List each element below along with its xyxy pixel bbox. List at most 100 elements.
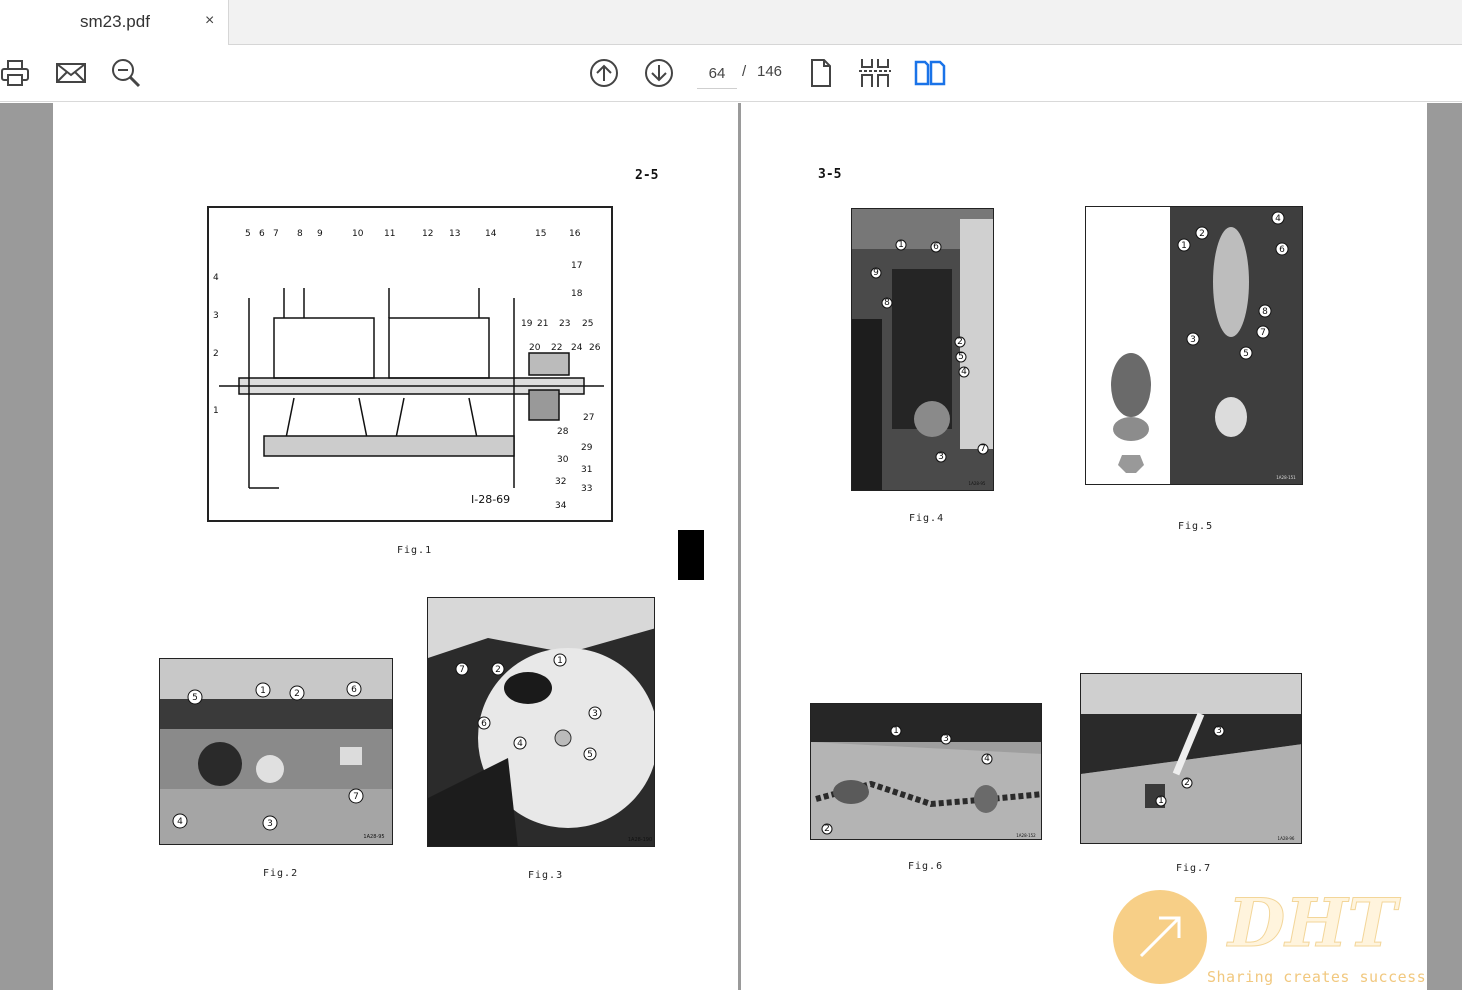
multi-page-icon — [859, 59, 891, 87]
fig6-callout: 3 — [943, 734, 949, 744]
next-page-button[interactable] — [643, 57, 675, 89]
email-button[interactable] — [55, 57, 87, 89]
figure-3-photo: 1 2 3 4 5 6 7 1A28-190 — [427, 597, 655, 847]
figure-6-photo: 1 2 3 4 1A28-152 — [810, 703, 1042, 840]
find-button[interactable] — [110, 57, 142, 89]
page-up-icon — [590, 59, 618, 87]
fig1-code: I-28-69 — [471, 493, 510, 506]
fig3-code: 1A28-190 — [628, 837, 652, 843]
fig4-callout: 7 — [980, 444, 986, 454]
print-button[interactable] — [0, 57, 32, 89]
fig1-callout: 19 — [521, 319, 533, 329]
figure-4-photo: 1 2 3 4 5 6 7 8 9 1A28-95 — [851, 208, 994, 491]
fig3-callout: 1 — [557, 656, 563, 666]
fig2-caption: Fig.2 — [263, 868, 299, 879]
fig6-callout: 2 — [824, 824, 830, 834]
fig1-callout: 29 — [581, 443, 593, 453]
fig2-callout: 7 — [353, 792, 359, 802]
fig7-callout: 2 — [1184, 778, 1190, 788]
tab-title: sm23.pdf — [80, 12, 150, 31]
fig1-callout: 12 — [422, 229, 433, 239]
fig7-callout: 1 — [1158, 796, 1164, 806]
figure-7-photo: 1 2 3 1A28-96 — [1080, 673, 1302, 844]
fig1-callout: 11 — [384, 229, 395, 239]
fig3-callout: 5 — [587, 750, 593, 760]
fig1-callout: 25 — [582, 319, 593, 329]
fig1-callout: 10 — [352, 229, 364, 239]
fig7-photo-drawing: 1 2 3 1A28-96 — [1081, 674, 1301, 843]
fig4-callout: 3 — [938, 452, 944, 462]
roller-assembly-drawing: 5 6 7 8 9 10 11 12 13 14 15 16 17 18 4 3… — [213, 229, 604, 511]
fig1-callout: 27 — [583, 413, 594, 423]
fig1-callout: 4 — [213, 273, 219, 283]
fig3-callout: 2 — [495, 665, 501, 675]
previous-page-button[interactable] — [588, 57, 620, 89]
fig6-caption: Fig.6 — [908, 861, 944, 872]
fig7-callout: 3 — [1216, 726, 1222, 736]
fig1-callout: 22 — [551, 343, 562, 353]
single-page-view-button[interactable] — [805, 57, 837, 89]
fig1-callout: 24 — [571, 343, 583, 353]
fig5-callout: 8 — [1262, 307, 1268, 317]
document-viewer[interactable]: 2-5 5 6 7 8 9 10 11 12 13 14 15 16 17 18… — [0, 103, 1462, 990]
fig4-callout: 1 — [898, 240, 904, 250]
fig1-callout: 17 — [571, 261, 582, 271]
fig4-callout: 6 — [933, 242, 939, 252]
close-tab-icon[interactable]: × — [205, 12, 214, 30]
pdf-page-right: 3-5 1 2 3 4 5 6 7 8 9 1A28-95 Fig.4 1 2 … — [741, 103, 1427, 990]
fig4-caption: Fig.4 — [909, 513, 945, 524]
fig1-callout: 20 — [529, 343, 541, 353]
fig6-photo-drawing: 1 2 3 4 1A28-152 — [811, 704, 1041, 839]
fig2-callout: 3 — [267, 819, 273, 829]
page-number-input[interactable]: 64 — [697, 59, 737, 89]
fig2-callout: 6 — [351, 685, 357, 695]
pdf-viewer-window: sm23.pdf × 64 / 146 2-5 5 6 7 8 9 10 11 … — [0, 0, 1462, 990]
fig6-code: 1A28-152 — [1016, 833, 1036, 838]
tab-bar: sm23.pdf × — [0, 0, 1462, 45]
fig5-callout: 1 — [1181, 241, 1187, 251]
fig4-callout: 2 — [957, 337, 963, 347]
fig1-callout: 8 — [297, 229, 303, 239]
figure-5-photo: 1 2 3 4 5 6 7 8 1A28-151 — [1085, 206, 1303, 485]
zoom-icon — [112, 59, 141, 88]
fig1-callout: 3 — [213, 311, 219, 321]
fig1-callout: 9 — [317, 229, 323, 239]
fig1-callout: 5 — [245, 229, 251, 239]
page-down-icon — [645, 59, 673, 87]
fig1-callout: 13 — [449, 229, 460, 239]
fig6-callout: 4 — [984, 754, 990, 764]
fig1-callout: 1 — [213, 406, 219, 416]
fig3-callout: 6 — [481, 719, 487, 729]
fig3-callout: 4 — [517, 739, 523, 749]
fig1-callout: 14 — [485, 229, 497, 239]
fig7-code: 1A28-96 — [1278, 836, 1295, 841]
page-number-label: 3-5 — [818, 167, 842, 182]
figure-2-photo: 1 2 3 4 5 6 7 1A28-95 — [159, 658, 393, 845]
fig3-caption: Fig.3 — [528, 870, 564, 881]
fig2-callout: 4 — [177, 817, 183, 827]
fig1-callout: 7 — [273, 229, 279, 239]
fig5-caption: Fig.5 — [1178, 521, 1214, 532]
fig1-callout: 23 — [559, 319, 570, 329]
fig1-callout: 26 — [589, 343, 601, 353]
fig3-callout: 3 — [592, 709, 598, 719]
fig5-callout: 2 — [1199, 229, 1205, 239]
fig1-callout: 15 — [535, 229, 546, 239]
page-black-mark — [678, 530, 704, 580]
fig1-callout: 2 — [213, 349, 219, 359]
fig4-callout: 5 — [958, 352, 964, 362]
two-page-view-button[interactable] — [914, 57, 946, 89]
fig4-code: 1A28-95 — [969, 481, 986, 486]
fig5-callout: 5 — [1243, 349, 1249, 359]
scrolling-view-button[interactable] — [859, 57, 891, 89]
fig2-callout: 1 — [260, 686, 266, 696]
document-tab[interactable]: sm23.pdf × — [0, 0, 229, 45]
fig1-callout: 32 — [555, 477, 566, 487]
fig1-caption: Fig.1 — [397, 545, 433, 556]
pdf-page-left: 2-5 5 6 7 8 9 10 11 12 13 14 15 16 17 18… — [53, 103, 738, 990]
fig4-photo-drawing: 1 2 3 4 5 6 7 8 9 1A28-95 — [852, 209, 993, 490]
fig1-callout: 31 — [581, 465, 592, 475]
fig5-callout: 7 — [1260, 328, 1266, 338]
fig5-code: 1A28-151 — [1276, 475, 1296, 480]
fig5-photo-drawing: 1 2 3 4 5 6 7 8 1A28-151 — [1086, 207, 1302, 484]
